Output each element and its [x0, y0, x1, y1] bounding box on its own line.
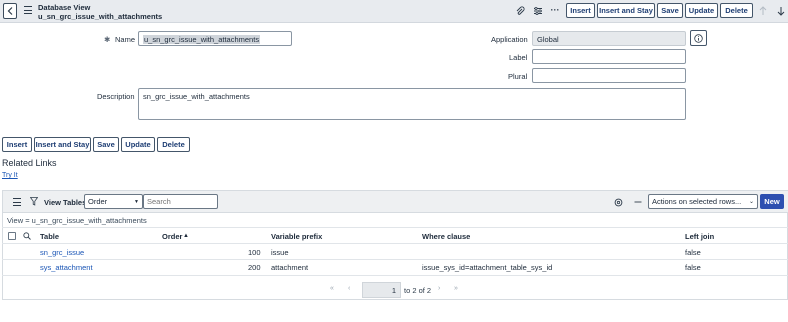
list-menu-icon[interactable]: [13, 198, 21, 206]
more-options-icon[interactable]: ···: [549, 4, 561, 16]
table-row-left-join: false: [685, 248, 701, 257]
divider: [2, 227, 788, 228]
record-name-title: u_sn_grc_issue_with_attachments: [38, 12, 163, 21]
label-field[interactable]: [532, 49, 686, 64]
next-record-icon[interactable]: [776, 5, 786, 17]
column-header-table[interactable]: Table: [40, 232, 59, 241]
sort-ascending-icon: ▲: [183, 233, 189, 239]
application-field: Global: [532, 31, 686, 46]
personalize-gear-icon[interactable]: [613, 197, 623, 207]
last-page-icon[interactable]: »: [454, 285, 458, 292]
required-marker: ✱: [104, 35, 111, 44]
new-button[interactable]: New: [760, 194, 784, 209]
search-field-value: Order: [88, 197, 108, 206]
filter-icon[interactable]: [29, 196, 39, 207]
page-title: Database View u_sn_grc_issue_with_attach…: [38, 3, 162, 21]
description-field[interactable]: sn_grc_issue_with_attachments: [138, 88, 686, 120]
table-row-where-clause: issue_sys_id=attachment_table_sys_id: [422, 263, 553, 272]
divider: [2, 243, 788, 244]
column-search-icon[interactable]: [22, 231, 32, 241]
plural-label: Plural: [508, 72, 528, 81]
table-row-left-join: false: [685, 263, 701, 272]
collapse-icon[interactable]: [633, 197, 643, 207]
bottom-delete-button[interactable]: Delete: [157, 137, 190, 152]
table-row-order: 100: [248, 248, 261, 257]
label-label: Label: [509, 53, 528, 62]
name-field[interactable]: u_sn_grc_issue_with_attachments: [138, 31, 292, 46]
paperclip-icon[interactable]: [514, 5, 526, 17]
hamburger-menu-icon[interactable]: [24, 6, 32, 14]
bottom-insert-button[interactable]: Insert: [2, 137, 32, 152]
actions-select-value: Actions on selected rows...: [652, 197, 742, 206]
application-label: Application: [491, 35, 528, 44]
actions-select[interactable]: Actions on selected rows... ⌄: [648, 194, 758, 209]
table-row-variable-prefix: attachment: [271, 263, 309, 272]
insert-and-stay-button[interactable]: Insert and Stay: [597, 3, 655, 18]
column-header-variable-prefix[interactable]: Variable prefix: [271, 232, 322, 241]
search-field-select[interactable]: Order ▼: [84, 194, 143, 209]
name-value: u_sn_grc_issue_with_attachments: [143, 35, 261, 44]
column-header-where-clause[interactable]: Where clause: [422, 232, 470, 241]
back-button[interactable]: [3, 3, 17, 19]
try-it-link[interactable]: Try It: [2, 172, 18, 179]
next-page-icon[interactable]: ›: [438, 285, 440, 292]
list-header: View Tables Order ▼ Actions on selected …: [3, 191, 788, 213]
top-bar: Database View u_sn_grc_issue_with_attach…: [0, 0, 788, 23]
name-label: Name: [115, 35, 136, 44]
column-header-order[interactable]: Order: [162, 232, 182, 241]
table-row-order: 200: [248, 263, 261, 272]
pagination-range: to 2 of 2: [404, 286, 432, 295]
divider: [2, 259, 788, 260]
insert-button[interactable]: Insert: [566, 3, 595, 18]
previous-page-icon[interactable]: ‹: [348, 285, 350, 292]
search-input[interactable]: [143, 194, 218, 209]
description-label: Description: [97, 92, 135, 101]
info-icon[interactable]: [690, 30, 707, 46]
previous-record-icon[interactable]: [758, 5, 768, 17]
record-type-title: Database View: [38, 3, 91, 12]
related-links-title: Related Links: [2, 158, 57, 168]
column-header-left-join[interactable]: Left join: [685, 232, 714, 241]
table-row-table-link[interactable]: sn_grc_issue: [40, 248, 84, 257]
table-row-table-link[interactable]: sys_attachment: [40, 263, 93, 272]
first-page-icon[interactable]: «: [330, 285, 334, 292]
bottom-save-button[interactable]: Save: [93, 137, 119, 152]
list-title: View Tables: [44, 198, 87, 207]
chevron-left-icon: [7, 7, 13, 15]
select-all-checkbox[interactable]: [8, 232, 16, 240]
update-button[interactable]: Update: [685, 3, 718, 18]
chevron-down-icon: ⌄: [748, 199, 754, 205]
plural-field[interactable]: [532, 68, 686, 83]
page-number-input[interactable]: 1: [362, 282, 401, 298]
settings-sliders-icon[interactable]: [532, 5, 544, 17]
divider: [2, 275, 788, 276]
breadcrumb[interactable]: View = u_sn_grc_issue_with_attachments: [7, 216, 147, 225]
save-button[interactable]: Save: [657, 3, 683, 18]
dropdown-arrow-icon: ▼: [134, 198, 139, 205]
table-row-variable-prefix: issue: [271, 248, 289, 257]
bottom-update-button[interactable]: Update: [121, 137, 155, 152]
delete-button[interactable]: Delete: [720, 3, 753, 18]
bottom-insert-and-stay-button[interactable]: Insert and Stay: [34, 137, 91, 152]
